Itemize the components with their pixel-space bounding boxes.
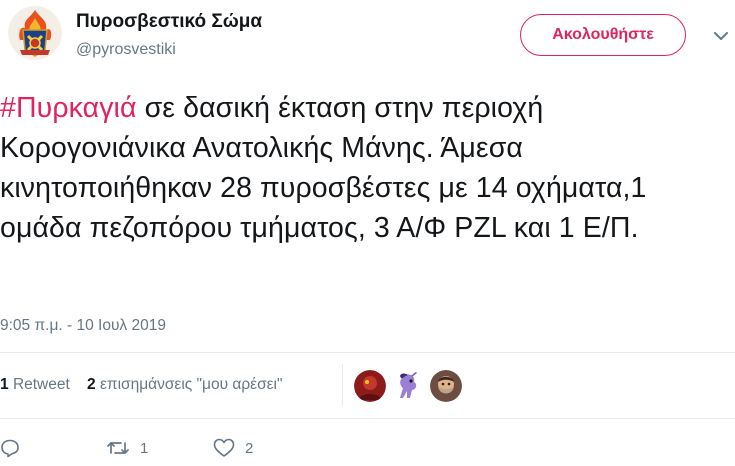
- bearded-man-avatar-icon: [430, 370, 462, 402]
- like-button[interactable]: 2: [213, 434, 253, 462]
- like-action-count: 2: [245, 439, 254, 457]
- red-avatar-icon: [354, 370, 386, 402]
- divider: [0, 418, 735, 419]
- likes-label: επισημάνσεις "μου αρέσει": [99, 376, 283, 393]
- likes-count: 2: [87, 376, 96, 393]
- retweet-action-count: 1: [140, 439, 149, 457]
- pony-avatar-icon: [392, 370, 424, 402]
- retweets-label: Retweet: [12, 376, 70, 393]
- liker-avatar-3[interactable]: [430, 370, 462, 402]
- avatar[interactable]: [8, 6, 62, 60]
- fire-service-emblem-icon: [8, 6, 62, 60]
- account-display-name[interactable]: Πυροσβεστικό Σώμα: [76, 11, 262, 33]
- retweet-icon: [107, 442, 129, 454]
- divider: [0, 352, 735, 353]
- heart-icon: [213, 438, 235, 457]
- likes-stat[interactable]: 2 επισημάνσεις "μου αρέσει": [87, 376, 282, 393]
- hashtag-link[interactable]: #Πυρκαγιά: [0, 92, 137, 124]
- retweets-count: 1: [0, 376, 9, 393]
- follow-button[interactable]: Ακολουθήστε: [520, 14, 686, 56]
- stats-separator: [342, 364, 343, 406]
- chevron-down-icon[interactable]: [711, 26, 731, 46]
- liker-avatar-1[interactable]: [354, 370, 386, 402]
- tweet-actions: 1 2: [0, 434, 735, 462]
- liker-avatar-2[interactable]: [392, 370, 424, 402]
- account-handle[interactable]: @pyrosvestiki: [76, 41, 176, 59]
- tweet-text: #Πυρκαγιά σε δασική έκταση στην περιοχή …: [0, 88, 735, 248]
- tweet-timestamp[interactable]: 9:05 π.μ. - 10 Ιουλ 2019: [0, 317, 166, 335]
- retweet-button[interactable]: 1: [106, 434, 148, 462]
- tweet-stats: 1 Retweet 2 επισημάνσεις "μου αρέσει": [0, 376, 283, 394]
- retweets-stat[interactable]: 1 Retweet: [0, 376, 70, 393]
- reply-icon: [1, 439, 19, 458]
- reply-button[interactable]: [0, 434, 20, 462]
